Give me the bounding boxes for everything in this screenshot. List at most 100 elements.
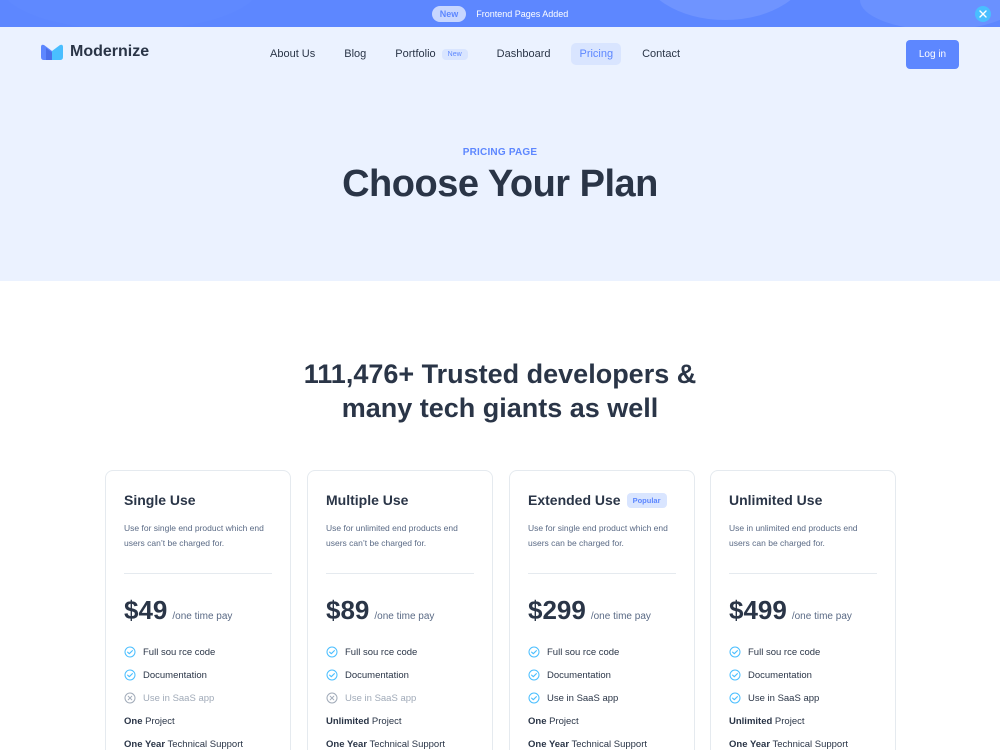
page-title: Choose Your Plan — [342, 163, 658, 205]
project-limit: Unlimited Project — [326, 716, 402, 727]
page-eyebrow: PRICING PAGE — [462, 147, 538, 158]
nav-label: Portfolio — [395, 48, 436, 60]
nav-label: About Us — [270, 48, 316, 60]
plan-description: Use in unlimited end products end users … — [729, 523, 858, 548]
divider — [729, 573, 877, 574]
support-term: One Year Technical Support — [124, 739, 243, 750]
plan-name: Extended Use — [528, 492, 621, 508]
feature-label: Use in SaaS app — [547, 692, 619, 704]
support-term: One Year Technical Support — [528, 739, 647, 750]
project-limit-value: One — [124, 716, 143, 727]
nav-about-us[interactable]: About Us — [262, 43, 323, 65]
feature-item: Documentation — [124, 669, 207, 681]
check-circle-icon — [326, 669, 338, 681]
project-limit-label: Project — [369, 716, 402, 727]
feature-label: Use in SaaS app — [748, 692, 820, 704]
feature-item: Documentation — [326, 669, 409, 681]
nav-pricing[interactable]: Pricing — [571, 43, 622, 65]
project-limit-value: One — [528, 716, 547, 727]
pricing-card-multiple-use: Multiple Use Use for unlimited end produ… — [307, 470, 493, 750]
feature-item: Use in SaaS app — [326, 692, 416, 704]
check-circle-icon — [729, 669, 741, 681]
new-badge: New — [431, 5, 467, 22]
support-term-label: Technical Support — [165, 739, 244, 750]
feature-label: Full sou rce code — [143, 646, 216, 658]
nav-label: Dashboard — [496, 48, 551, 60]
plan-price: $49 — [124, 595, 168, 625]
check-circle-icon — [528, 646, 540, 658]
support-term-label: Technical Support — [569, 739, 648, 750]
feature-item: Documentation — [528, 669, 611, 681]
nav-blog[interactable]: Blog — [336, 43, 374, 65]
nav-dashboard[interactable]: Dashboard — [489, 43, 559, 65]
pricing-card-unlimited-use: Unlimited Use Use in unlimited end produ… — [710, 470, 896, 750]
price-suffix: /one time pay — [791, 611, 852, 622]
support-term-label: Technical Support — [770, 739, 849, 750]
popular-badge: Popular — [626, 492, 667, 508]
project-limit-label: Project — [772, 716, 805, 727]
feature-label: Documentation — [345, 669, 409, 681]
feature-label: Documentation — [748, 669, 812, 681]
price-row: $49 /one time pay — [124, 595, 232, 626]
price-row: $89 /one time pay — [326, 595, 434, 626]
check-circle-icon — [729, 646, 741, 658]
feature-item: Use in SaaS app — [528, 692, 618, 704]
feature-item: Use in SaaS app — [729, 692, 819, 704]
support-term-value: One Year — [124, 739, 166, 750]
project-limit: One Project — [124, 716, 175, 727]
announcement-bar: New Frontend Pages Added — [0, 0, 1000, 27]
feature-item: Full sou rce code — [729, 646, 820, 658]
plan-description: Use for single end product which end use… — [124, 523, 264, 548]
new-badge: New — [441, 48, 468, 60]
support-term-value: One Year — [528, 739, 570, 750]
pricing-card-single-use: Single Use Use for single end product wh… — [105, 470, 291, 750]
support-term: One Year Technical Support — [326, 739, 445, 750]
plan-name: Single Use — [124, 492, 196, 508]
feature-item: Full sou rce code — [326, 646, 417, 658]
feature-label: Use in SaaS app — [143, 692, 215, 704]
decorative-shape — [640, 0, 810, 20]
x-circle-icon — [326, 692, 338, 704]
price-row: $499 /one time pay — [729, 595, 852, 626]
plan-price: $89 — [326, 595, 370, 625]
trust-heading-line: 111,476+ Trusted developers & — [303, 359, 697, 389]
card-header: Unlimited Use — [729, 492, 822, 508]
support-term-label: Technical Support — [367, 739, 446, 750]
check-circle-icon — [124, 646, 136, 658]
check-circle-icon — [528, 692, 540, 704]
price-suffix: /one time pay — [374, 611, 435, 622]
support-term-value: One Year — [326, 739, 368, 750]
nav-contact[interactable]: Contact — [634, 43, 688, 65]
project-limit-label: Project — [142, 716, 175, 727]
plan-name: Unlimited Use — [729, 492, 823, 508]
divider — [528, 573, 676, 574]
check-circle-icon — [729, 692, 741, 704]
support-term: One Year Technical Support — [729, 739, 848, 750]
nav-label: Blog — [344, 48, 367, 60]
feature-item: Full sou rce code — [528, 646, 619, 658]
nav-label: Pricing — [579, 48, 614, 60]
project-limit-value: Unlimited — [729, 716, 773, 727]
project-limit: Unlimited Project — [729, 716, 805, 727]
feature-label: Use in SaaS app — [345, 692, 417, 704]
feature-item: Use in SaaS app — [124, 692, 214, 704]
plan-description: Use for unlimited end products end users… — [326, 523, 458, 548]
feature-label: Full sou rce code — [547, 646, 620, 658]
plan-price: $499 — [729, 595, 787, 625]
announcement-text[interactable]: Frontend Pages Added — [476, 9, 568, 19]
card-header: Extended Use Popular — [528, 492, 667, 508]
check-circle-icon — [528, 669, 540, 681]
project-limit-label: Project — [546, 716, 579, 727]
x-circle-icon — [124, 692, 136, 704]
brand-logo[interactable]: Modernize — [40, 43, 149, 61]
plan-description: Use for single end product which end use… — [528, 523, 668, 548]
main-nav: About Us Blog Portfolio New Dashboard Pri… — [262, 43, 701, 65]
close-announcement-button[interactable] — [975, 6, 991, 22]
pricing-card-extended-use: Extended Use Popular Use for single end … — [509, 470, 695, 750]
close-icon — [979, 10, 987, 18]
support-term-value: One Year — [729, 739, 771, 750]
feature-label: Full sou rce code — [345, 646, 418, 658]
nav-portfolio[interactable]: Portfolio New — [387, 43, 475, 65]
feature-label: Full sou rce code — [748, 646, 821, 658]
login-button[interactable]: Log in — [906, 40, 959, 69]
